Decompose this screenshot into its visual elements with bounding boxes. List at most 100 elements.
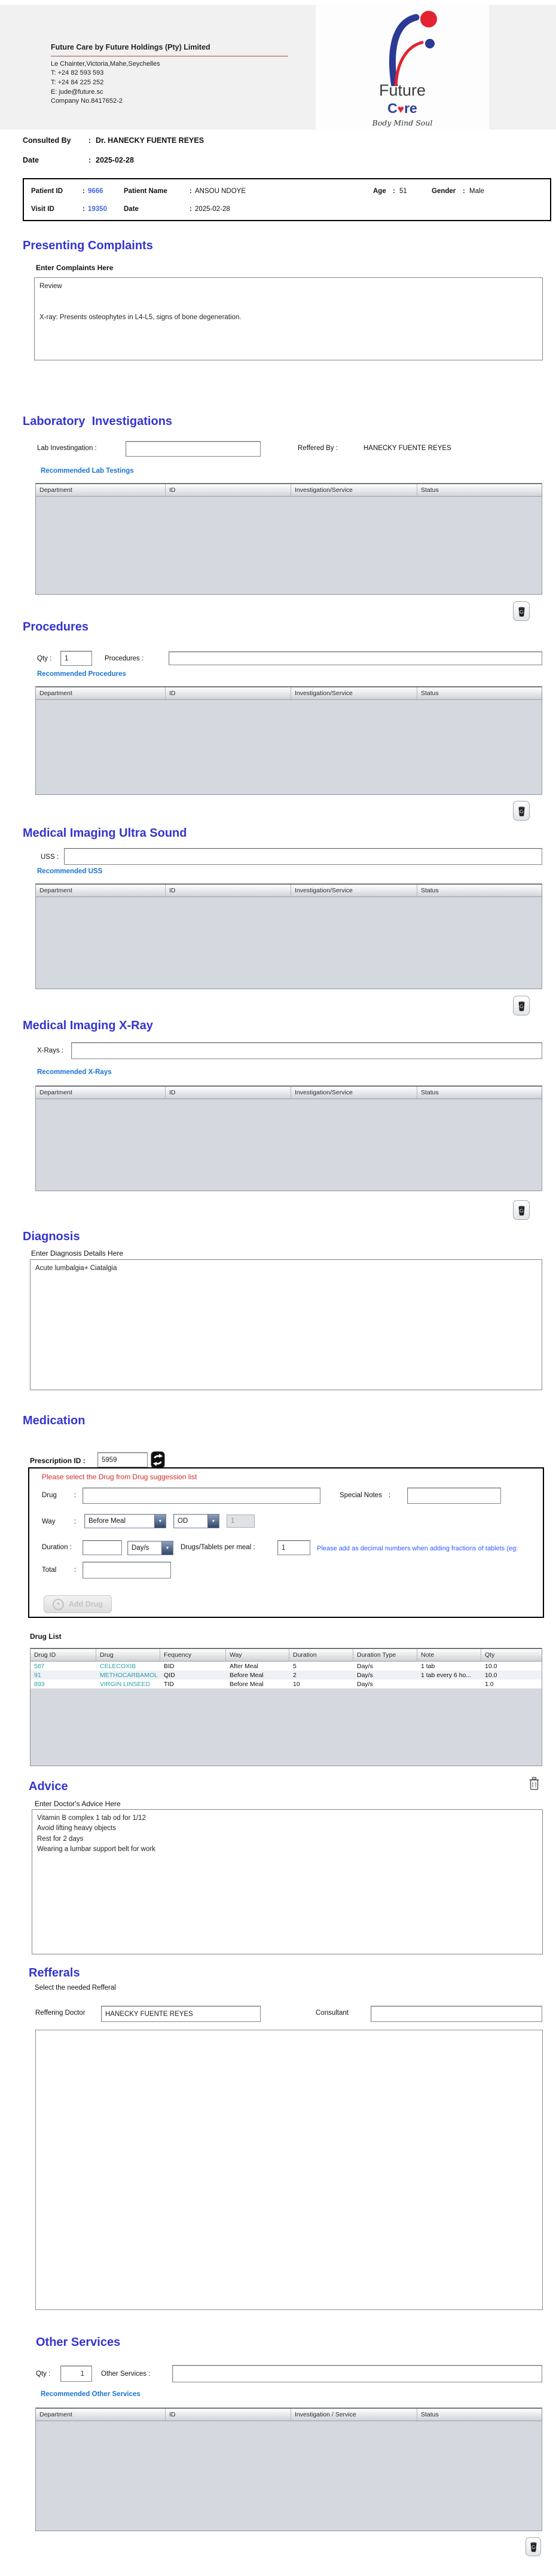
way-select[interactable]: Before Meal ▼ — [84, 1514, 166, 1528]
lab-referred-by-label: Reffered By : — [298, 445, 338, 452]
other-services-input[interactable] — [172, 2365, 542, 2382]
drug-name-cell: METHOCARBAMOL — [100, 1671, 158, 1679]
column-header[interactable]: Qty — [481, 1649, 542, 1661]
column-header[interactable]: Investigation/Service — [291, 484, 417, 496]
referring-doctor-input[interactable] — [101, 2006, 261, 2022]
procedures-input[interactable] — [169, 651, 542, 665]
referral-listbox[interactable] — [35, 2030, 543, 2310]
drug-list-table: Drug ID Drug Fequency Way Duration Durat… — [30, 1648, 542, 1766]
column-header[interactable]: Department — [36, 687, 166, 699]
column-header[interactable]: Department — [36, 484, 166, 496]
column-header[interactable]: Drug ID — [30, 1649, 96, 1661]
duration-input[interactable] — [83, 1540, 122, 1555]
logo-care-c: C — [387, 100, 398, 116]
clear-xray-table-button[interactable] — [513, 1200, 530, 1220]
note-cell: 1 tab — [421, 1662, 435, 1670]
column-header[interactable]: Status — [417, 687, 542, 699]
drug-row[interactable]: 893 VIRGIN LINSEED TID Before Meal 10 Da… — [30, 1679, 542, 1688]
referrals-subtitle: Select the needed Refferal — [35, 1984, 116, 1991]
column-header[interactable]: ID — [166, 885, 291, 897]
column-header[interactable]: ID — [166, 687, 291, 699]
other-services-label: Other Services : — [101, 2370, 151, 2378]
xray-table-header: Department ID Investigation/Service Stat… — [36, 1086, 542, 1099]
column-header[interactable]: Duration — [289, 1649, 353, 1661]
clear-lab-table-button[interactable] — [513, 601, 530, 621]
times-per-day-input — [227, 1515, 255, 1528]
column-header[interactable]: Status — [417, 484, 542, 496]
special-notes-label: Special Notes — [340, 1492, 382, 1499]
way-cell: After Meal — [230, 1662, 258, 1670]
recommended-uss-label: Recommended USS — [37, 868, 103, 875]
xray-title: Medical Imaging X-Ray — [23, 1019, 153, 1032]
total-input[interactable] — [83, 1562, 171, 1578]
column-header[interactable]: Investigation / Service — [291, 2409, 417, 2421]
drug-row[interactable]: 91 METHOCARBAMOL QID Before Meal 2 Day/s… — [30, 1671, 542, 1679]
column-header[interactable]: Status — [417, 2409, 542, 2421]
complaints-textarea[interactable]: Review X-ray: Presents osteophytes in L4… — [34, 277, 543, 360]
diagnosis-textarea[interactable]: Acute lumbalgia+ Ciatalgia — [30, 1259, 542, 1390]
company-number: Company No.8417652-2 — [51, 97, 123, 105]
duration-unit-select[interactable]: Day/s ▼ — [127, 1541, 173, 1555]
uss-input[interactable] — [64, 848, 542, 865]
column-header[interactable]: Department — [36, 1087, 166, 1099]
consultant-input[interactable] — [371, 2006, 542, 2022]
column-header[interactable]: ID — [166, 1087, 291, 1099]
total-colon: : — [74, 1567, 77, 1574]
column-header[interactable]: ID — [166, 484, 291, 496]
logo-f-swoosh-icon — [389, 11, 437, 86]
drug-list-header: Drug ID Drug Fequency Way Duration Durat… — [30, 1648, 542, 1662]
company-phone-2: T: +24 84 225 252 — [51, 79, 104, 86]
clear-other-services-button[interactable] — [526, 2537, 541, 2556]
lab-referred-by-value: HANECKY FUENTE REYES — [363, 445, 451, 452]
special-notes-input[interactable] — [407, 1488, 501, 1504]
logo-care-re: re — [404, 100, 417, 116]
clear-drug-list-button[interactable] — [526, 1774, 542, 1793]
column-header[interactable]: ID — [166, 2409, 291, 2421]
referring-doctor-label: Reffering Doctor — [35, 2009, 85, 2017]
recommended-procedures-label: Recommended Procedures — [37, 671, 126, 678]
column-header[interactable]: Way — [226, 1649, 289, 1661]
chevron-down-icon: ▼ — [154, 1515, 166, 1528]
column-header[interactable]: Department — [36, 2409, 166, 2421]
lab-table-header: Department ID Investigation/Service Stat… — [36, 484, 542, 497]
lab-investigation-input[interactable] — [126, 441, 261, 457]
column-header[interactable]: Investigation/Service — [291, 885, 417, 897]
visit-id-label: Visit ID — [31, 206, 54, 213]
heart-icon: ♥ — [397, 103, 405, 116]
column-header[interactable]: Drug — [96, 1649, 160, 1661]
frequency-select[interactable]: OD ▼ — [173, 1514, 219, 1528]
patient-name-label: Patient Name — [124, 188, 167, 195]
per-meal-input[interactable] — [277, 1540, 310, 1555]
visit-date-label: Date — [124, 206, 139, 213]
duration-type-cell: Day/s — [357, 1680, 373, 1688]
column-header[interactable]: Department — [36, 885, 166, 897]
column-header[interactable]: Note — [417, 1649, 481, 1661]
lab-table: Department ID Investigation/Service Stat… — [35, 483, 542, 595]
age-label: Age — [373, 188, 386, 195]
drug-row[interactable]: 587 CELECOXIB BID After Meal 5 Day/s 1 t… — [30, 1662, 542, 1671]
drug-id-cell: 91 — [34, 1671, 41, 1679]
header-date-label: Date — [23, 156, 39, 164]
drug-input[interactable] — [83, 1488, 320, 1504]
xrays-input[interactable] — [71, 1042, 542, 1059]
clear-uss-table-button[interactable] — [513, 996, 530, 1015]
visit-id-value: 19350 — [88, 206, 107, 213]
visit-id-colon: : — [83, 206, 85, 213]
age-value: 51 — [399, 188, 407, 195]
column-header[interactable]: Status — [417, 885, 542, 897]
other-qty-input[interactable] — [60, 2366, 92, 2382]
frequency-select-value: OD — [178, 1518, 188, 1525]
procedures-qty-input[interactable] — [60, 651, 92, 666]
add-drug-button[interactable]: + Add Drug — [44, 1595, 112, 1613]
column-header[interactable]: Duration Type — [353, 1649, 417, 1661]
qty-cell: 10.0 — [485, 1662, 497, 1670]
clear-procedures-table-button[interactable] — [513, 801, 530, 821]
patient-id-colon: : — [83, 188, 85, 195]
advice-textarea[interactable]: Vitamin B complex 1 tab od for 1/12 Avoi… — [32, 1809, 543, 1954]
prescription-id-input[interactable] — [97, 1452, 148, 1467]
column-header[interactable]: Investigation/Service — [291, 687, 417, 699]
column-header[interactable]: Fequency — [160, 1649, 226, 1661]
column-header[interactable]: Investigation/Service — [291, 1087, 417, 1099]
consultation-page: Future Care by Future Holdings (Pty) Lim… — [0, 0, 556, 2576]
column-header[interactable]: Status — [417, 1087, 542, 1099]
